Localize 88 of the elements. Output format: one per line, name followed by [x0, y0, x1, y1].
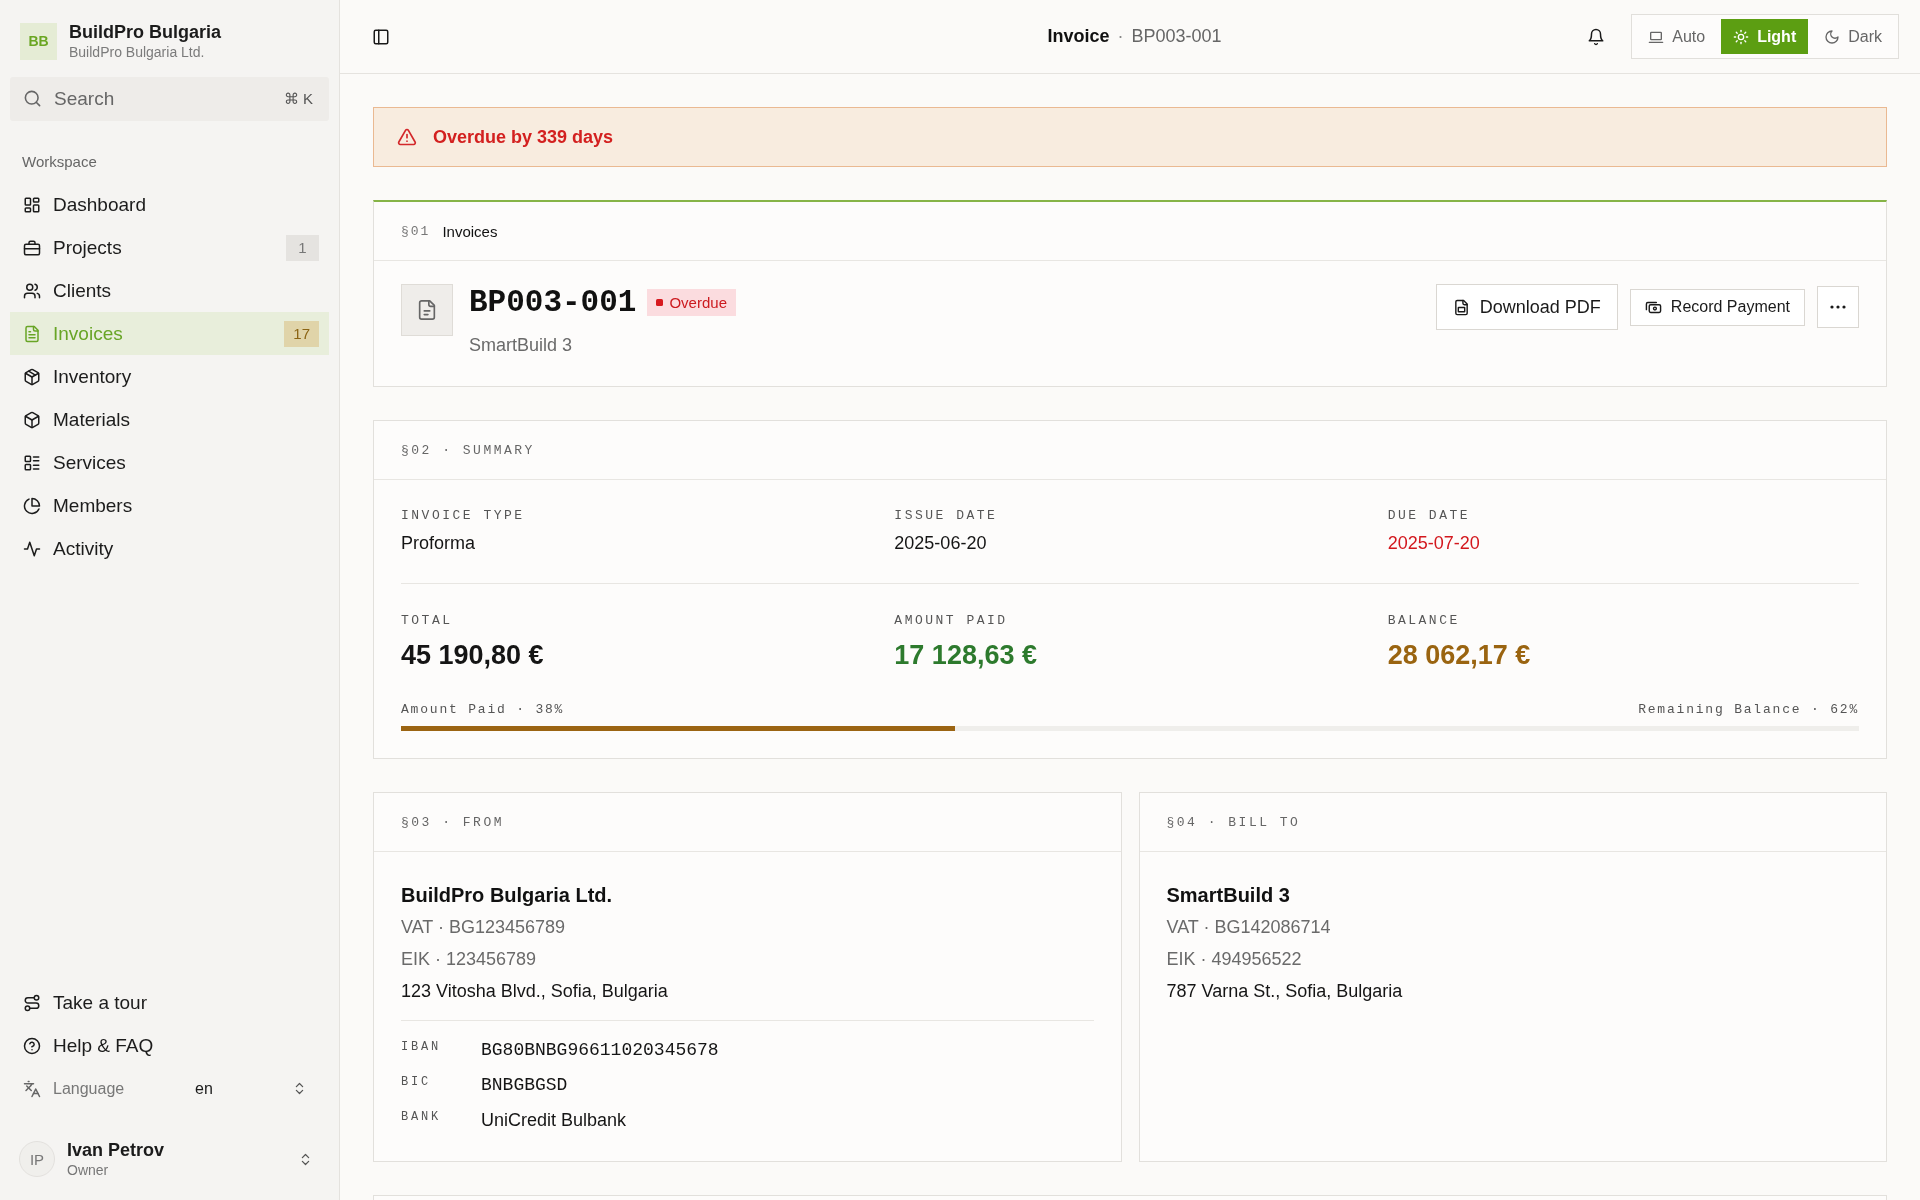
action-button[interactable]: Record Payment [1629, 288, 1805, 326]
nav-item[interactable]: Projects 1 [10, 226, 329, 269]
nav-item[interactable]: Inventory [10, 355, 329, 398]
amount-label: TOTAL [401, 613, 453, 629]
shortcut-hint: ⌘ K [283, 90, 313, 108]
section-number: §01 [401, 223, 431, 239]
amount-value: 45 190,80 € [401, 639, 544, 671]
field-label: ISSUE DATE [894, 508, 998, 524]
nav-item[interactable]: Clients [10, 269, 329, 312]
bank-value: BNBGBGSD [481, 1074, 568, 1097]
list-icon [23, 453, 41, 472]
nav-item[interactable]: Services [10, 441, 329, 484]
theme-option[interactable]: Dark [1812, 19, 1894, 54]
warning-icon [397, 127, 417, 147]
moon-icon [1824, 28, 1841, 45]
section-title: Invoices [442, 222, 498, 240]
eik-number: EIK · 123456789 [401, 948, 537, 971]
sidebar-link[interactable]: Help & FAQ [10, 1024, 329, 1067]
invoice-number: BP003-001 [469, 284, 637, 320]
breadcrumb-separator: · [1117, 26, 1124, 47]
amount-value: 28 062,17 € [1387, 639, 1531, 671]
nav-item[interactable]: Dashboard [10, 183, 329, 226]
company-address: 787 Varna St., Sofia, Bulgaria [1166, 980, 1403, 1003]
bank-value: UniCredit Bulbank [481, 1109, 627, 1132]
language-label: Language [53, 1079, 126, 1098]
sidebar-link[interactable]: Take a tour [10, 981, 329, 1024]
package-icon [23, 367, 41, 386]
field-value: 2025-06-20 [894, 532, 987, 554]
company-name: BuildPro Bulgaria Ltd. [401, 883, 613, 908]
bank-label: BIC [401, 1074, 432, 1089]
org-legal-name: BuildPro Bulgaria Ltd. [69, 43, 206, 61]
nav-item[interactable]: Activity [10, 527, 329, 570]
section-heading: §03 · FROM [401, 814, 504, 830]
org-name: BuildPro Bulgaria [69, 21, 221, 43]
briefcase-icon [23, 238, 41, 257]
field-label: DUE DATE [1387, 508, 1471, 524]
nav-item[interactable]: Materials [10, 398, 329, 441]
document-icon [401, 284, 453, 336]
theme-option[interactable]: Auto [1636, 19, 1718, 54]
nav-item[interactable]: Members [10, 484, 329, 527]
vat-number: VAT · BG123456789 [401, 916, 566, 939]
document-icon [23, 324, 41, 343]
translate-icon [23, 1079, 41, 1098]
count-badge: 1 [286, 234, 319, 261]
breadcrumb-current: BP003-001 [1131, 26, 1222, 47]
field-value: 2025-07-20 [1387, 532, 1480, 554]
file-icon [1452, 298, 1470, 316]
client-name: SmartBuild 3 [469, 334, 574, 356]
status-label: Overdue [669, 293, 727, 311]
page-title: Invoice [1047, 26, 1110, 47]
sun-icon [1733, 28, 1750, 45]
section-heading: §04 · BILL TO [1166, 814, 1301, 830]
amount-value: 17 128,63 € [894, 639, 1037, 671]
company-address: 123 Vitosha Blvd., Sofia, Bulgaria [401, 980, 668, 1003]
cube-icon [23, 410, 41, 429]
amount-label: BALANCE [1387, 613, 1460, 629]
pulse-icon [23, 539, 41, 558]
company-name: SmartBuild 3 [1166, 883, 1290, 908]
nav-item[interactable]: Invoices 17 [10, 312, 329, 355]
alert-message: Overdue by 339 days [433, 126, 614, 148]
vat-number: VAT · BG142086714 [1166, 916, 1331, 939]
user-avatar: IP [19, 1141, 55, 1177]
bank-value: BG80BNBG96611020345678 [481, 1039, 719, 1062]
grid-icon [23, 195, 41, 214]
help-icon [23, 1036, 41, 1055]
progress-label: Amount Paid · 38% [401, 702, 565, 718]
bank-label: BANK [401, 1109, 442, 1124]
users-icon [23, 281, 41, 300]
progress-label: Remaining Balance · 62% [1638, 702, 1859, 718]
field-value: Proforma [401, 532, 476, 554]
language-select[interactable]: en [187, 1072, 311, 1105]
bank-label: IBAN [401, 1039, 442, 1054]
more-icon [1830, 305, 1846, 309]
amount-label: AMOUNT PAID [894, 613, 1008, 629]
count-badge: 17 [284, 320, 319, 347]
nav-section-label: Workspace [21, 153, 98, 171]
action-button[interactable]: Download PDF [1435, 284, 1618, 330]
user-role: Owner [67, 1161, 110, 1179]
bell-icon [1587, 27, 1606, 46]
field-label: INVOICE TYPE [401, 508, 525, 524]
search-icon [23, 89, 42, 108]
section-heading: §02 · SUMMARY [401, 442, 535, 458]
panel-icon [372, 27, 390, 46]
user-name: Ivan Petrov [67, 1139, 166, 1161]
eik-number: EIK · 494956522 [1166, 948, 1302, 971]
route-icon [23, 993, 41, 1012]
pie-chart-icon [23, 496, 41, 515]
org-logo: BB [20, 22, 57, 60]
